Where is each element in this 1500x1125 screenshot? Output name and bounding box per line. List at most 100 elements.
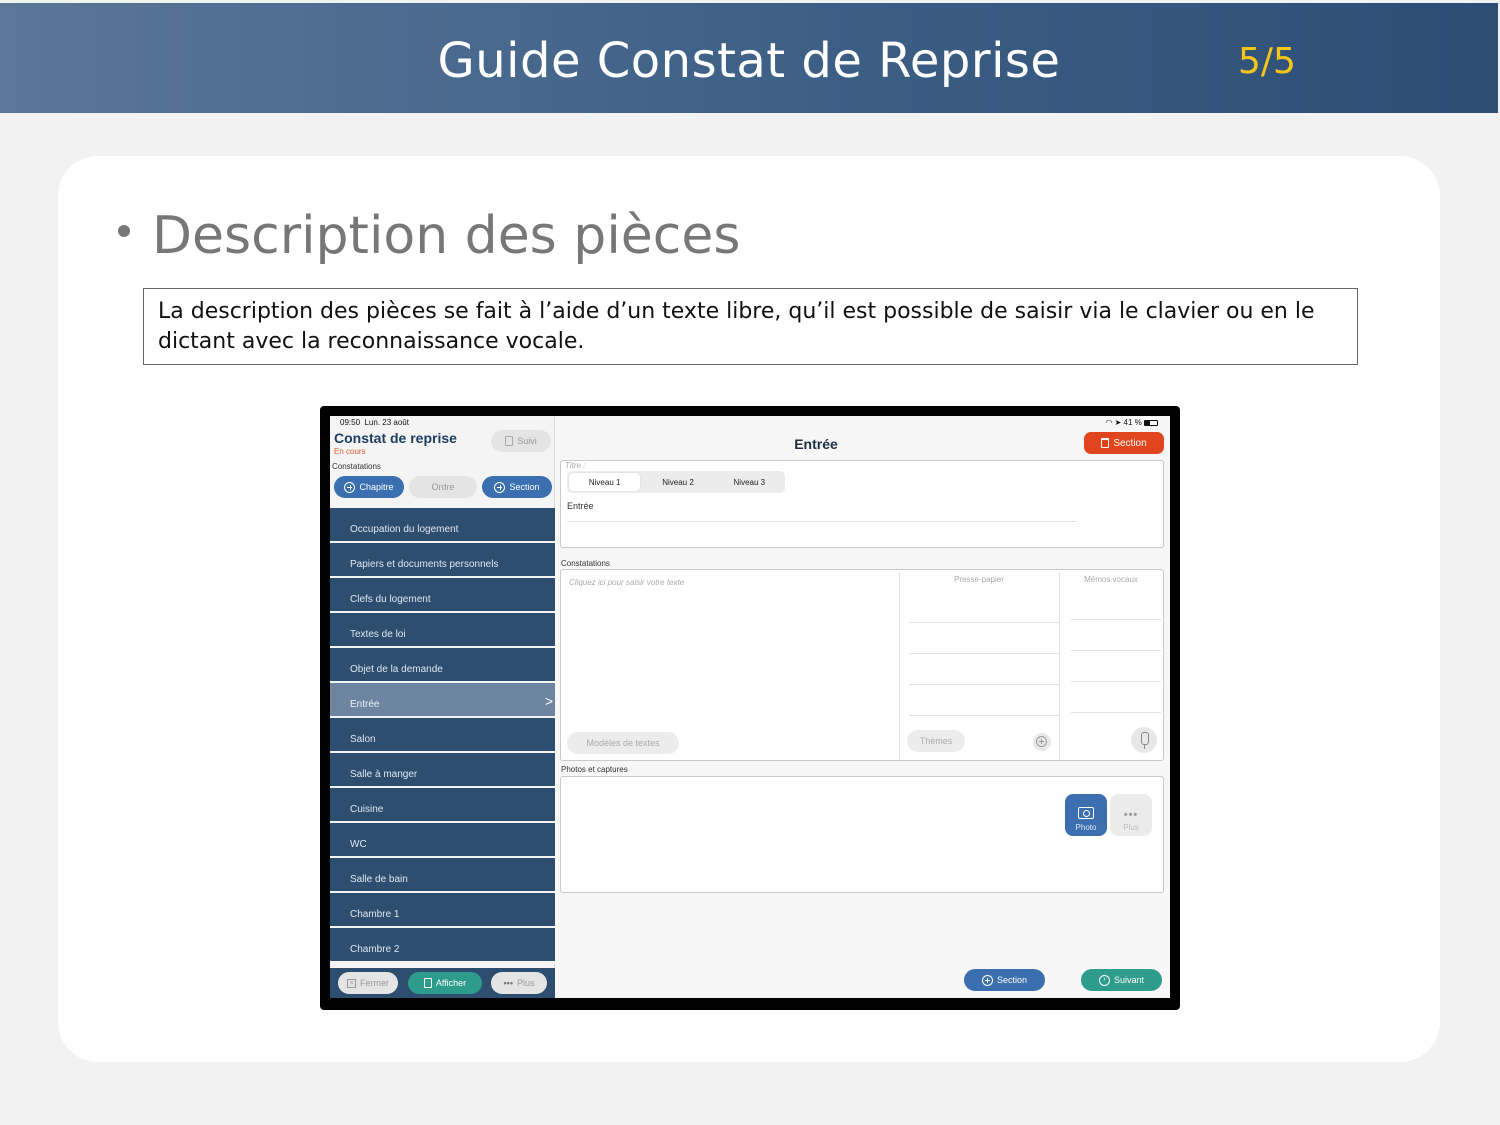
more-label: Plus [1123, 823, 1139, 832]
more-photo-button[interactable]: ••• Plus [1110, 794, 1152, 836]
sidebar-item[interactable]: Textes de loi [330, 613, 555, 648]
presse-papier-label: Presse-papier [954, 575, 1004, 584]
photo-label: Photo [1075, 823, 1097, 832]
level-1-tab[interactable]: Niveau 1 [569, 473, 641, 491]
sidebar-item-label: Salle à manger [350, 769, 418, 780]
divider [1071, 681, 1161, 682]
plus-menu-button[interactable]: ••• Plus [491, 972, 547, 994]
plus-label: Plus [516, 978, 535, 988]
sidebar-item-label: Textes de loi [350, 629, 406, 640]
photos-panel: Photo ••• Plus [560, 776, 1164, 893]
sidebar-item[interactable]: WC [330, 823, 555, 858]
divider [1071, 650, 1161, 651]
plus-circle-icon [1036, 736, 1047, 747]
sidebar-item[interactable]: Objet de la demande [330, 648, 555, 683]
text-input[interactable]: Cliquez ici pour saisir votre texte [569, 578, 684, 587]
divider [1071, 619, 1161, 620]
clipboard-icon [505, 436, 514, 446]
plus-circle-icon [494, 481, 506, 493]
close-box-icon: × [347, 978, 356, 988]
add-chapitre-button[interactable]: Chapitre [334, 476, 404, 498]
sidebar-item[interactable]: Chambre 1 [330, 893, 555, 928]
suivi-label: Suivi [517, 436, 537, 446]
add-clipboard-button[interactable] [1033, 733, 1051, 751]
divider [909, 622, 1059, 623]
sidebar-item[interactable]: Chambre 2 [330, 928, 555, 963]
level-3-tab[interactable]: Niveau 3 [714, 471, 785, 493]
status-time-value: 09:50 [340, 418, 361, 427]
more-dots-icon: ••• [1123, 809, 1139, 821]
sidebar-item[interactable]: Clefs du logement [330, 578, 555, 613]
divider [909, 684, 1059, 685]
photo-button[interactable]: Photo [1065, 794, 1107, 836]
themes-button[interactable]: Thèmes [907, 730, 965, 752]
chevron-right-icon: > [544, 693, 553, 709]
page-number: 5/5 [1238, 41, 1296, 82]
sidebar-item[interactable]: Papiers et documents personnels [330, 543, 555, 578]
divider [1059, 572, 1060, 760]
page-title: Entrée [794, 436, 838, 452]
sidebar-item-active[interactable]: Entrée > [330, 683, 555, 718]
add-section-label: Section [996, 975, 1028, 985]
bullet-icon [118, 225, 130, 237]
divider [909, 715, 1059, 716]
tablet-screen: 09:50 Lun. 23 août Constat de reprise En… [330, 416, 1170, 998]
fermer-label: Fermer [360, 978, 389, 988]
sidebar-item-label: Cuisine [350, 804, 384, 815]
main-panel: ◠ ➤ 41 % Entrée Section Titre : Niveau 1… [556, 416, 1170, 998]
microphone-icon[interactable] [1131, 727, 1157, 753]
slide-header: Guide Constat de Reprise 5/5 [0, 3, 1498, 113]
delete-section-button[interactable]: Section [1084, 432, 1164, 454]
add-section-sidebar-button[interactable]: Section [482, 476, 552, 498]
suivant-label: Suivant [1113, 975, 1145, 985]
sidebar-item[interactable]: Salle à manger [330, 753, 555, 788]
wifi-icon: ◠ [1105, 418, 1113, 427]
description-box: La description des pièces se fait à l’ai… [143, 288, 1358, 365]
constatations-panel: Cliquez ici pour saisir votre texte Pres… [560, 569, 1164, 761]
more-dots-icon: ••• [503, 978, 513, 988]
divider [567, 521, 1077, 522]
trash-icon [1101, 438, 1110, 448]
plus-circle-icon [981, 974, 993, 986]
modeles-textes-button[interactable]: Modèles de textes [567, 732, 679, 754]
sidebar-item[interactable]: Salon [330, 718, 555, 753]
chapitre-label: Chapitre [359, 482, 394, 492]
add-section-button[interactable]: Section [964, 969, 1045, 991]
sidebar-item-label: Entrée [350, 699, 380, 710]
level-2-tab[interactable]: Niveau 2 [642, 471, 713, 493]
sidebar-item-label: Occupation du logement [350, 524, 459, 535]
divider [899, 572, 900, 760]
sidebar-item[interactable]: Salle de bain [330, 858, 555, 893]
sidebar-item[interactable]: Occupation du logement [330, 508, 555, 543]
ordre-button[interactable]: Ordre [409, 476, 477, 498]
section-heading-text: Description des pièces [152, 206, 741, 266]
suivant-button[interactable]: › Suivant [1081, 969, 1162, 991]
afficher-label: Afficher [435, 978, 467, 988]
sidebar-item-label: Objet de la demande [350, 664, 443, 675]
sidebar-item-label: Chambre 2 [350, 944, 400, 955]
constatations-label: Constatations [332, 462, 381, 471]
tablet-screenshot: 09:50 Lun. 23 août Constat de reprise En… [320, 406, 1180, 1010]
app-title: Constat de reprise [334, 430, 457, 446]
divider [1071, 712, 1161, 713]
sidebar-item-label: Salle de bain [350, 874, 408, 885]
camera-icon [1078, 807, 1094, 819]
sidebar-item-label: Papiers et documents personnels [350, 559, 499, 570]
divider [909, 653, 1059, 654]
battery-level: 41 % [1123, 418, 1142, 427]
sidebar-item[interactable]: Cuisine [330, 788, 555, 823]
sidebar-item-label: Clefs du logement [350, 594, 431, 605]
arrow-right-circle-icon: › [1098, 974, 1110, 986]
titre-input[interactable]: Entrée [567, 501, 594, 511]
plus-circle-icon [344, 481, 356, 493]
memos-vocaux-label: Mémos vocaux [1084, 575, 1138, 584]
title-panel: Titre : Niveau 1 Niveau 2 Niveau 3 Entré… [560, 460, 1164, 548]
fermer-button[interactable]: × Fermer [338, 972, 398, 994]
status-date: Lun. 23 août [364, 418, 409, 427]
app-status: En cours [334, 447, 366, 456]
suivi-button[interactable]: Suivi [491, 430, 551, 452]
constatations-heading: Constatations [561, 559, 610, 568]
titre-label: Titre : [565, 461, 586, 470]
section-heading: Description des pièces [118, 206, 740, 266]
afficher-button[interactable]: Afficher [408, 972, 482, 994]
